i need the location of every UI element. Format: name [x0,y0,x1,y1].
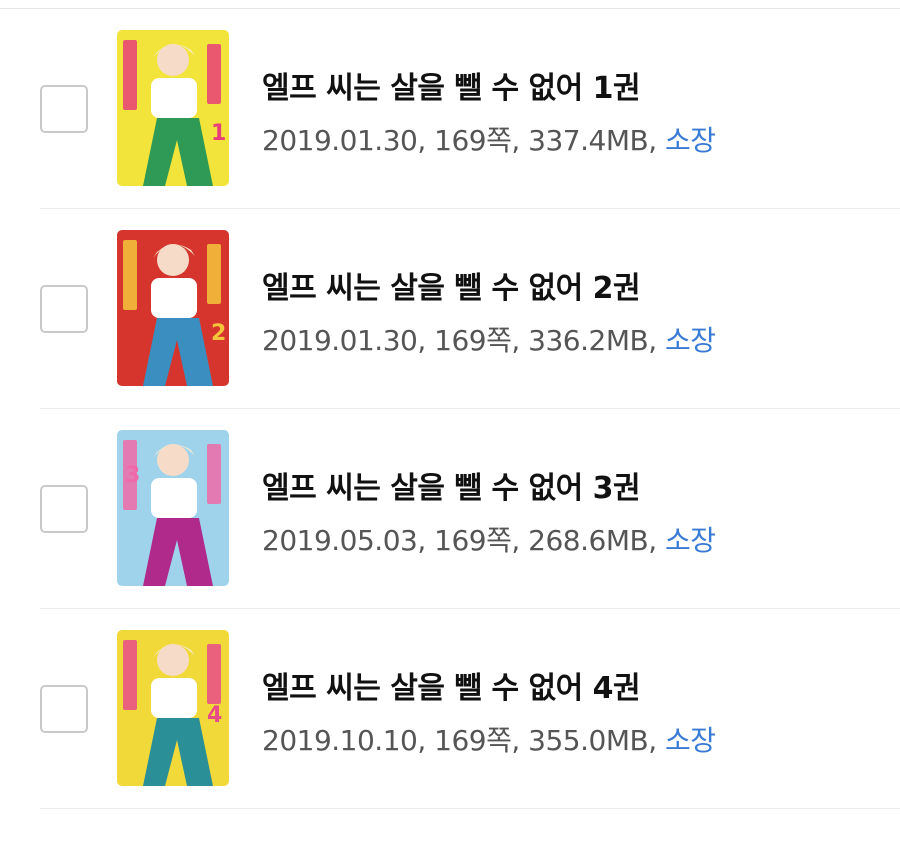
cover-art: 3 [117,430,229,586]
book-date: 2019.10.10 [262,724,418,757]
select-checkbox[interactable] [40,685,88,733]
ownership-status-link[interactable]: 소장 [665,124,716,157]
book-row: 3 엘프 씨는 살을 뺄 수 없어 3권 2019.05.03, 169쪽, 2… [0,409,900,609]
meta-separator: , [417,524,435,557]
book-date: 2019.05.03 [262,524,418,557]
book-pages: 169쪽 [434,324,512,357]
book-file-size: 336.2MB [528,324,649,357]
meta-separator: , [417,324,435,357]
select-checkbox[interactable] [40,85,88,133]
cover-volume-number: 4 [207,703,222,728]
cover-art: 1 [117,30,229,186]
book-file-size: 355.0MB [528,724,649,757]
book-file-size: 337.4MB [528,124,649,157]
book-cover[interactable]: 2 [117,230,229,386]
meta-separator: , [648,724,666,757]
book-date: 2019.01.30 [262,124,418,157]
cover-volume-number: 1 [211,121,226,146]
meta-separator: , [417,724,435,757]
row-divider [40,808,900,809]
meta-separator: , [417,124,435,157]
select-checkbox[interactable] [40,285,88,333]
book-meta: 2019.10.10, 169쪽, 355.0MB, 소장 [262,719,716,759]
book-pages: 169쪽 [434,124,512,157]
cover-art: 2 [117,230,229,386]
ownership-status-link[interactable]: 소장 [665,324,716,357]
book-meta: 2019.01.30, 169쪽, 336.2MB, 소장 [262,319,716,359]
meta-separator: , [648,324,666,357]
meta-separator: , [648,524,666,557]
meta-separator: , [511,724,529,757]
meta-separator: , [648,124,666,157]
book-cover[interactable]: 4 [117,630,229,786]
ownership-status-link[interactable]: 소장 [665,524,716,557]
meta-separator: , [511,324,529,357]
cover-volume-number: 2 [211,321,226,346]
book-row: 1 엘프 씨는 살을 뺄 수 없어 1권 2019.01.30, 169쪽, 3… [0,9,900,209]
book-date: 2019.01.30 [262,324,418,357]
book-meta: 2019.05.03, 169쪽, 268.6MB, 소장 [262,519,716,559]
book-title[interactable]: 엘프 씨는 살을 뺄 수 없어 2권 [262,263,641,307]
book-title[interactable]: 엘프 씨는 살을 뺄 수 없어 4권 [262,663,641,707]
book-row: 4 엘프 씨는 살을 뺄 수 없어 4권 2019.10.10, 169쪽, 3… [0,609,900,809]
ownership-status-link[interactable]: 소장 [665,724,716,757]
book-pages: 169쪽 [434,524,512,557]
book-meta: 2019.01.30, 169쪽, 337.4MB, 소장 [262,119,716,159]
select-checkbox[interactable] [40,485,88,533]
book-row: 2 엘프 씨는 살을 뺄 수 없어 2권 2019.01.30, 169쪽, 3… [0,209,900,409]
book-cover[interactable]: 3 [117,430,229,586]
book-cover[interactable]: 1 [117,30,229,186]
book-title[interactable]: 엘프 씨는 살을 뺄 수 없어 1권 [262,63,641,107]
meta-separator: , [511,124,529,157]
book-file-size: 268.6MB [528,524,649,557]
cover-volume-number: 3 [125,463,140,488]
meta-separator: , [511,524,529,557]
book-list: 1 엘프 씨는 살을 뺄 수 없어 1권 2019.01.30, 169쪽, 3… [0,9,900,809]
book-pages: 169쪽 [434,724,512,757]
book-title[interactable]: 엘프 씨는 살을 뺄 수 없어 3권 [262,463,641,507]
cover-art: 4 [117,630,229,786]
